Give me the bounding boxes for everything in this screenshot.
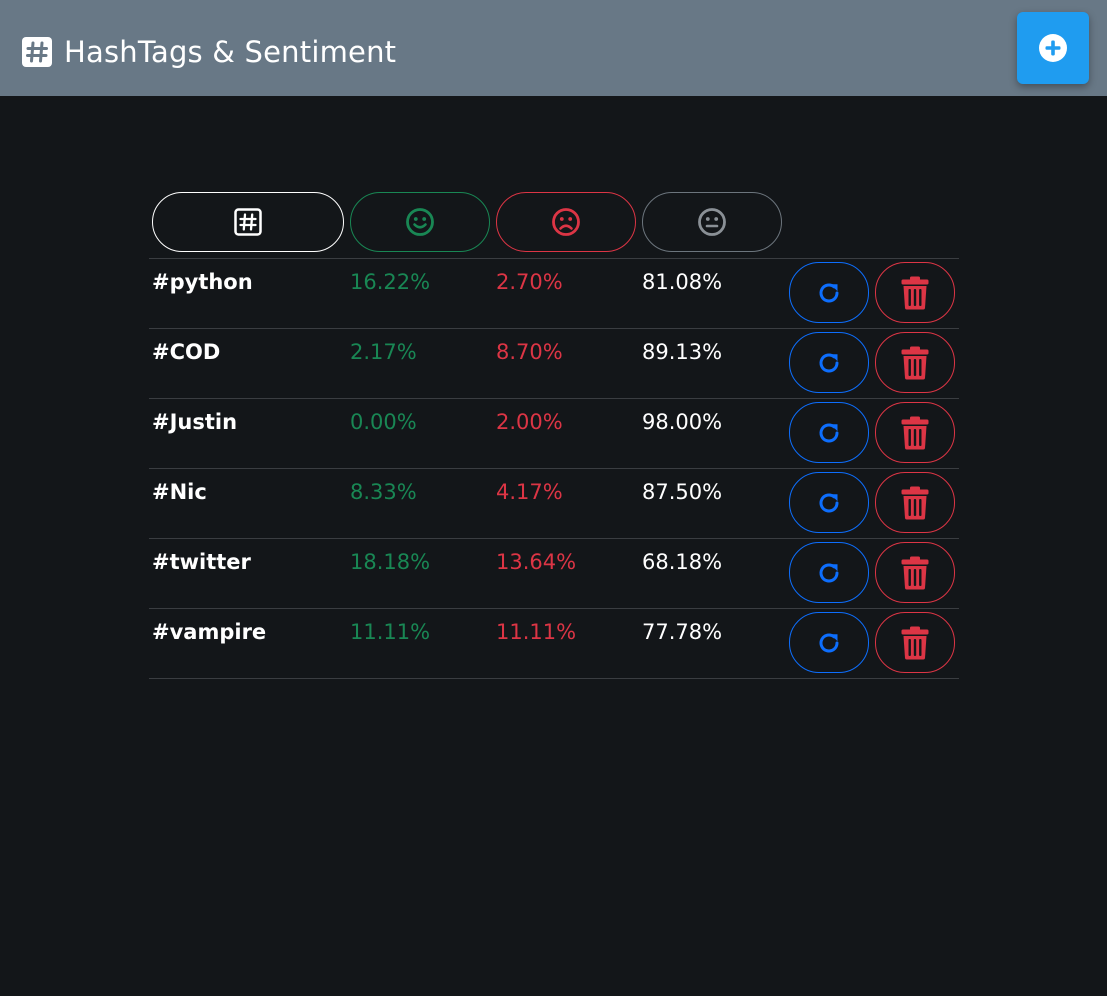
hashtag-name: #vampire [152, 620, 267, 644]
sort-by-hashtag-button[interactable] [152, 192, 344, 252]
hashtag-name: #python [152, 270, 253, 294]
hash-icon [234, 208, 262, 236]
trash-icon [901, 416, 929, 450]
negative-percent: 2.70% [496, 270, 563, 294]
sort-by-neutral-button[interactable] [642, 192, 782, 252]
table-row: #vampire 11.11% 11.11% 77.78% [149, 608, 959, 679]
hashtag-name: #twitter [152, 550, 251, 574]
neutral-percent: 81.08% [642, 270, 723, 294]
navbar: HashTags & Sentiment [0, 0, 1107, 96]
table-body: #python 16.22% 2.70% 81.08% #COD 2.17% 8.70% 89… [149, 258, 959, 679]
table-header [149, 192, 959, 258]
smile-icon [405, 207, 435, 237]
refresh-icon [816, 560, 842, 586]
hashtag-name: #Nic [152, 480, 207, 504]
refresh-button[interactable] [789, 542, 869, 603]
positive-percent: 11.11% [350, 620, 431, 644]
app-title: HashTags & Sentiment [64, 35, 397, 69]
sort-by-positive-button[interactable] [350, 192, 490, 252]
delete-button[interactable] [875, 402, 955, 463]
frown-icon [551, 207, 581, 237]
plus-circle-icon [1038, 33, 1068, 63]
table-row: #python 16.22% 2.70% 81.08% [149, 258, 959, 328]
neutral-percent: 98.00% [642, 410, 723, 434]
neutral-percent: 68.18% [642, 550, 723, 574]
hashtag-name: #COD [152, 340, 221, 364]
brand: HashTags & Sentiment [22, 34, 396, 70]
trash-icon [901, 486, 929, 520]
positive-percent: 8.33% [350, 480, 417, 504]
hash-icon [22, 37, 52, 67]
add-hashtag-button[interactable] [1017, 12, 1089, 84]
refresh-button[interactable] [789, 472, 869, 533]
trash-icon [901, 346, 929, 380]
refresh-button[interactable] [789, 402, 869, 463]
neutral-percent: 87.50% [642, 480, 723, 504]
hashtag-table: #python 16.22% 2.70% 81.08% #COD 2.17% 8.70% 89… [149, 192, 959, 679]
trash-icon [901, 626, 929, 660]
positive-percent: 16.22% [350, 270, 431, 294]
negative-percent: 4.17% [496, 480, 563, 504]
positive-percent: 18.18% [350, 550, 431, 574]
refresh-icon [816, 420, 842, 446]
refresh-icon [816, 350, 842, 376]
negative-percent: 11.11% [496, 620, 577, 644]
trash-icon [901, 556, 929, 590]
neutral-face-icon [697, 207, 727, 237]
positive-percent: 2.17% [350, 340, 417, 364]
positive-percent: 0.00% [350, 410, 417, 434]
table-row: #Nic 8.33% 4.17% 87.50% [149, 468, 959, 538]
neutral-percent: 89.13% [642, 340, 723, 364]
delete-button[interactable] [875, 472, 955, 533]
sort-by-negative-button[interactable] [496, 192, 636, 252]
table-row: #twitter 18.18% 13.64% 68.18% [149, 538, 959, 608]
delete-button[interactable] [875, 612, 955, 673]
neutral-percent: 77.78% [642, 620, 723, 644]
table-row: #COD 2.17% 8.70% 89.13% [149, 328, 959, 398]
table-row: #Justin 0.00% 2.00% 98.00% [149, 398, 959, 468]
refresh-icon [816, 280, 842, 306]
negative-percent: 2.00% [496, 410, 563, 434]
refresh-icon [816, 490, 842, 516]
hashtag-name: #Justin [152, 410, 238, 434]
trash-icon [901, 276, 929, 310]
negative-percent: 13.64% [496, 550, 577, 574]
delete-button[interactable] [875, 262, 955, 323]
delete-button[interactable] [875, 332, 955, 393]
refresh-button[interactable] [789, 332, 869, 393]
refresh-icon [816, 630, 842, 656]
refresh-button[interactable] [789, 262, 869, 323]
delete-button[interactable] [875, 542, 955, 603]
negative-percent: 8.70% [496, 340, 563, 364]
refresh-button[interactable] [789, 612, 869, 673]
